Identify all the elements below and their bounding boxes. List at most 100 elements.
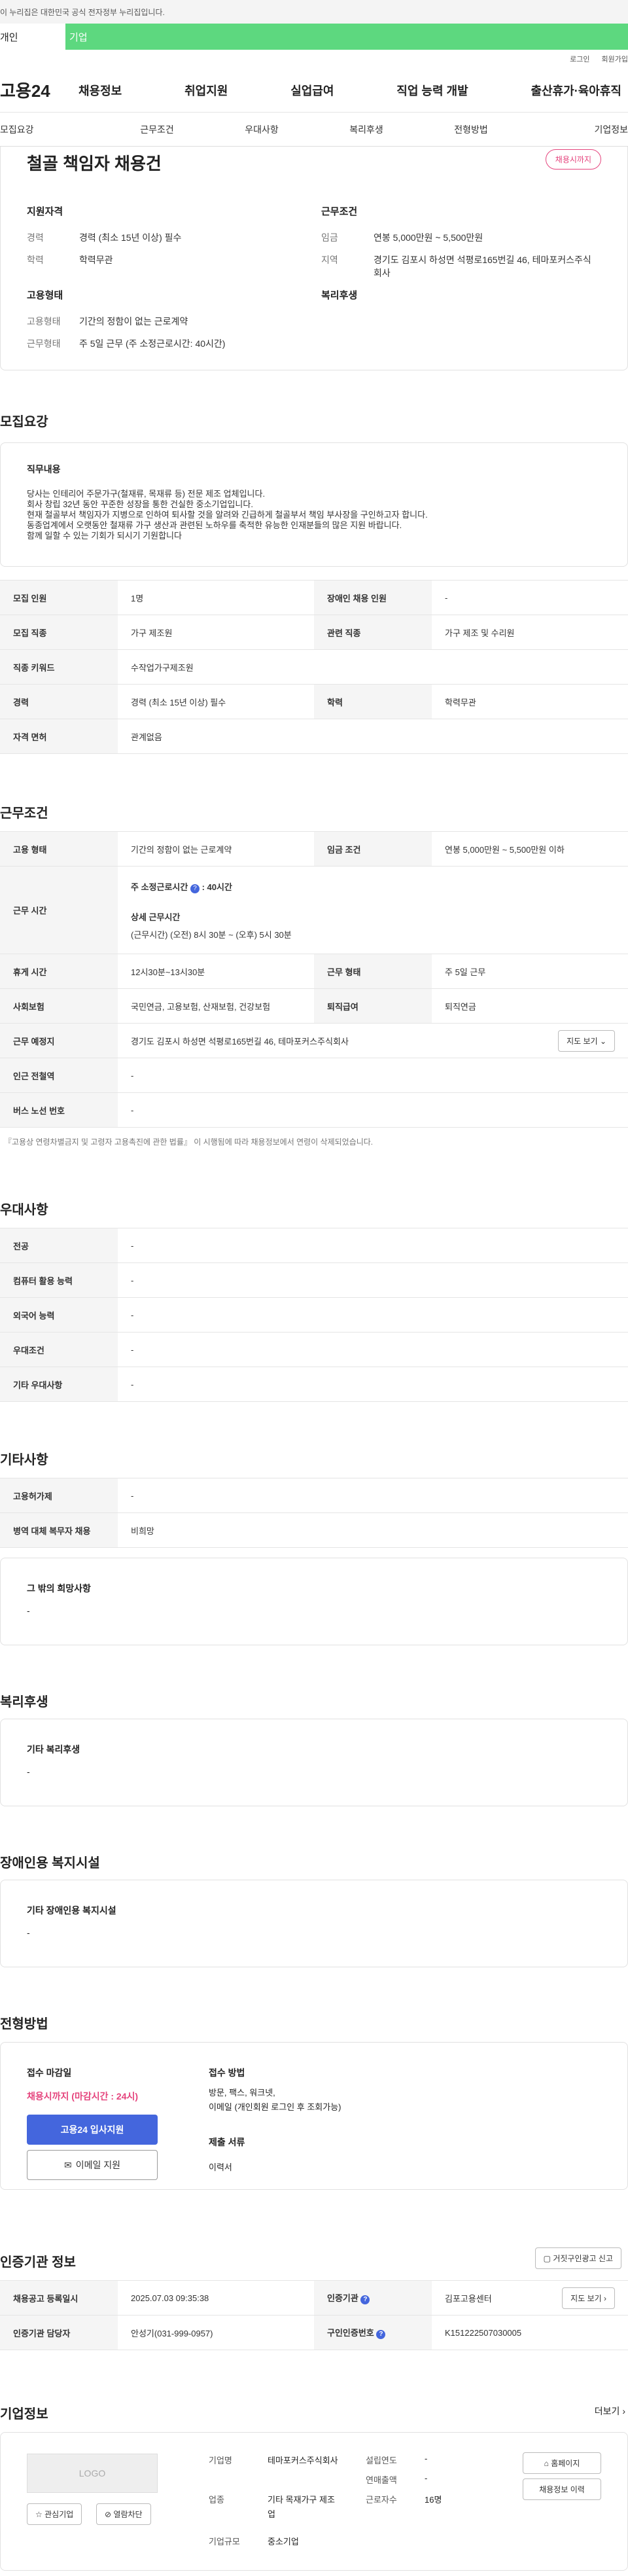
map-button[interactable]: 지도 보기 ⌄: [558, 1029, 615, 1052]
cell-value: -: [118, 1367, 628, 1402]
email-apply-button[interactable]: ✉ 이메일 지원: [27, 2150, 158, 2180]
preference-section-title: 우대사항: [0, 1203, 48, 1217]
age-notice: 『고용상 연령차별금지 및 고령자 고용촉진에 관한 법률』 이 시행됨에 따라…: [4, 1137, 374, 1147]
duty-line: 현재 철골부서 책임자가 지병으로 인하여 퇴사할 것을 알려와 긴급하게 철골…: [27, 510, 428, 520]
cell-value: K151222507030005: [432, 2315, 628, 2350]
qualification-block: 지원자격 경력 경력 (최소 15년 이상) 필수 학력 학력무관: [27, 204, 302, 276]
gov-banner-text: 이 누리집은 대한민국 공식 전자정부 누리집입니다.: [0, 7, 165, 17]
edu-label: 학력: [27, 255, 44, 265]
map-button-label: 지도 보기: [567, 1036, 598, 1046]
docs-value: 이력서: [209, 2162, 232, 2172]
disabled-other-heading: 기타 장애인용 복지시설: [27, 1905, 116, 1916]
emp-type-value: 기간의 정함이 없는 근로계약: [79, 316, 188, 327]
cell-header: 임금 조건: [314, 831, 432, 867]
table-row: 우대조건 -: [0, 1332, 628, 1367]
table-row: 모집 인원 1명 장애인 채용 인원 -: [0, 580, 628, 615]
menu-job-info[interactable]: 채용정보: [78, 82, 122, 99]
table-row: 근무 예정지 경기도 김포시 하성면 석평로165번길 46, 테마포커스주식회사…: [0, 1023, 628, 1058]
report-fake-ad-button[interactable]: ▢ 거짓구인광고 신고: [534, 2247, 621, 2269]
tab-conditions[interactable]: 근무조건: [105, 123, 209, 136]
industry-label: 업종: [209, 2495, 224, 2505]
cell-value: 주 5일 근무: [432, 954, 628, 989]
cell-header: 외국어 능력: [0, 1297, 118, 1333]
cell-header: 구인인증번호 ?: [314, 2315, 432, 2350]
info-icon[interactable]: ?: [376, 2330, 386, 2339]
main-nav: 고용24 채용정보 취업지원 실업급여 직업 능력 개발 출산휴가·육아휴직: [0, 68, 628, 113]
table-row: 경력 경력 (최소 15년 이상) 필수 학력 학력무관: [0, 684, 628, 719]
chevron-down-icon: ⌄: [599, 1036, 606, 1046]
job-history-button[interactable]: 채용정보 이력: [523, 2478, 601, 2500]
cell-value: 연봉 5,000만원 ~ 5,500만원 이하: [432, 831, 628, 867]
apply-button[interactable]: 고용24 입사지원: [27, 2115, 158, 2145]
cell-value: -: [432, 580, 628, 615]
favorite-company-button[interactable]: ☆ 관심기업: [27, 2503, 82, 2525]
cell-header: 모집 직종: [0, 615, 118, 650]
table-row: 인증기관 담당자 안성기(031-999-0957) 구인인증번호 ? K151222…: [0, 2315, 628, 2350]
company-more-link[interactable]: 더보기 ›: [595, 2405, 625, 2418]
more-label: 더보기: [594, 2406, 620, 2416]
menu-parental-leave[interactable]: 출산휴가·육아휴직: [531, 82, 621, 99]
site-logo[interactable]: 고용24: [0, 78, 78, 102]
etc-table: 고용허가제 - 병역 대체 복무자 채용 비희망: [0, 1478, 628, 1548]
cell-value: -: [118, 1297, 628, 1333]
tab-welfare[interactable]: 복리후생: [314, 123, 419, 136]
cell-value: 2025.07.03 09:35:38: [118, 2280, 314, 2316]
docs-heading: 제출 서류: [209, 2137, 245, 2147]
homepage-button[interactable]: ⌂ 홈페이지: [523, 2452, 601, 2474]
cell-header: 채용공고 등록일시: [0, 2280, 118, 2316]
duty-line: 회사 창립 32년 동안 꾸준한 성장을 통한 건실한 중소기업입니다.: [27, 499, 253, 509]
cell-value: 김포고용센터 지도 보기 ›: [432, 2280, 628, 2316]
login-link[interactable]: 로그인: [570, 54, 589, 64]
tab-company[interactable]: 기업정보: [523, 123, 628, 136]
sales-value: -: [425, 2473, 428, 2483]
welfare-heading: 복리후생: [321, 290, 358, 301]
weekly-hours-label: 주 소정근로시간: [131, 882, 188, 892]
method-line: 이메일 (개인회원 로그인 후 조회가능): [209, 2102, 341, 2112]
cell-header: 직종 키워드: [0, 649, 118, 685]
menu-unemployment-benefit[interactable]: 실업급여: [290, 82, 334, 99]
location-value: 경기도 김포시 하성면 석평로165번길 46, 테마포커스주식회사: [131, 1036, 349, 1046]
cell-value: -: [118, 1058, 628, 1093]
job-summary-card: 철골 책임자 채용건 채용시까지 지원자격 경력 경력 (최소 15년 이상) 필…: [0, 147, 628, 370]
conditions-table: 고용 형태 기간의 정함이 없는 근로계약 임금 조건 연봉 5,000만원 ~ 5,…: [0, 831, 628, 1128]
tab-process[interactable]: 전형방법: [419, 123, 523, 136]
document-icon: ▢: [543, 2254, 551, 2263]
table-row: 인근 전철역 -: [0, 1058, 628, 1093]
personal-tab[interactable]: 개인: [0, 24, 65, 50]
condition-heading: 근무조건: [321, 206, 358, 217]
cell-value: 1명: [118, 580, 314, 615]
map-button[interactable]: 지도 보기 ›: [562, 2287, 615, 2309]
join-link[interactable]: 회원가입: [602, 54, 628, 64]
cert-no-label: 구인인증번호: [327, 2328, 374, 2338]
cell-header: 병역 대체 복무자 채용: [0, 1512, 118, 1548]
cert-table: 채용공고 등록일시 2025.07.03 09:35:38 인증기관 ? 김포고용센터…: [0, 2280, 628, 2350]
block-company-button[interactable]: ⊘ 열람차단: [96, 2503, 151, 2525]
extra-wish-card: 그 밖의 희망사항 -: [0, 1558, 628, 1645]
method-heading: 접수 방법: [209, 2067, 245, 2078]
menu-employment-support[interactable]: 취업지원: [184, 82, 228, 99]
cell-value: 주 소정근로시간 ? : 40시간 상세 근무시간 (근무시간) (오전) 8시…: [118, 866, 628, 954]
name-label: 기업명: [209, 2456, 232, 2465]
area-label: 지역: [321, 255, 338, 265]
tab-preference[interactable]: 우대사항: [209, 123, 314, 136]
work-type-label: 근무형태: [27, 338, 61, 349]
info-icon[interactable]: ?: [360, 2295, 370, 2304]
menu-vocational-training[interactable]: 직업 능력 개발: [396, 82, 468, 99]
info-icon[interactable]: ?: [190, 884, 200, 893]
employment-heading: 고용형태: [27, 290, 63, 301]
weekly-hours-value: : 40시간: [201, 882, 232, 892]
cell-header: 고용 형태: [0, 831, 118, 867]
home-icon: ⌂: [544, 2459, 549, 2468]
welfare-card: 기타 복리후생 -: [0, 1719, 628, 1806]
conditions-section-title: 근무조건: [0, 806, 48, 821]
welfare-other-heading: 기타 복리후생: [27, 1744, 80, 1755]
employees-label: 근로자수: [366, 2495, 397, 2505]
process-card: 접수 마감일 채용시까지 (마감시간 : 24시) 고용24 입사지원 ✉ 이메일…: [0, 2042, 628, 2190]
company-tab[interactable]: 기업: [65, 24, 628, 50]
exp-value: 경력 (최소 15년 이상) 필수: [79, 232, 182, 243]
user-type-switch: 개인 기업: [0, 24, 628, 50]
duty-heading: 직무내용: [27, 464, 61, 474]
tab-recruit[interactable]: 모집요강: [0, 123, 105, 136]
duty-text: 당사는 인테리어 주문가구(철재류, 목재류 등) 전문 제조 업체입니다. 회…: [27, 489, 601, 541]
established-value: -: [425, 2454, 428, 2463]
